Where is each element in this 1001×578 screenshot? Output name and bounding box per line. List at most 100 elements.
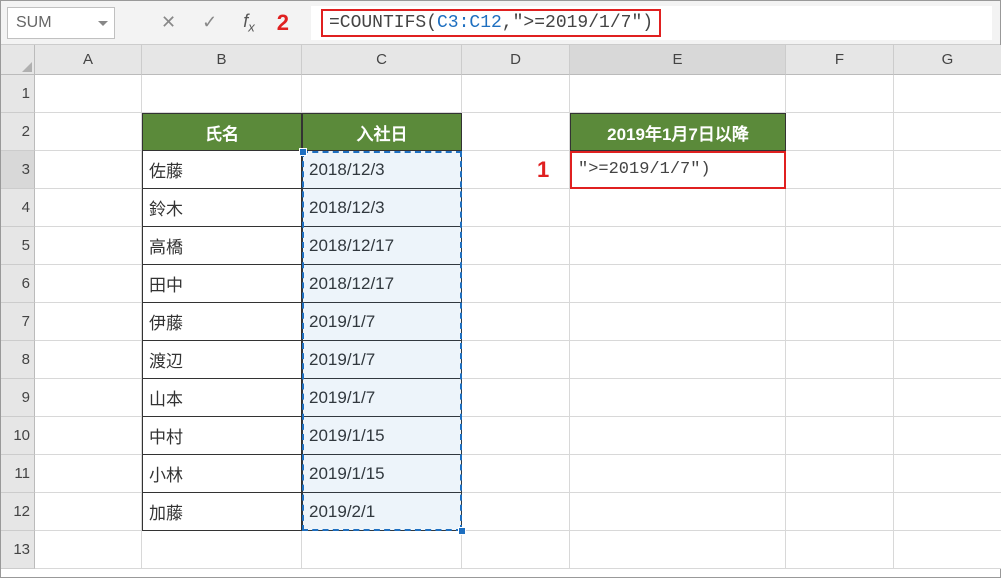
cell-name[interactable]: 高橋 (142, 227, 302, 265)
cell-name[interactable]: 渡辺 (142, 341, 302, 379)
table-header-name[interactable]: 氏名 (142, 113, 302, 151)
cell[interactable] (462, 265, 570, 303)
cell[interactable] (894, 151, 1001, 189)
cell[interactable] (35, 113, 142, 151)
cell[interactable] (894, 493, 1001, 531)
cell[interactable] (786, 341, 894, 379)
cell[interactable] (570, 493, 786, 531)
cell-date[interactable]: 2018/12/17 (302, 227, 462, 265)
row-header[interactable]: 4 (1, 189, 35, 227)
grid-body[interactable]: 氏名 入社日 2019年1月7日以降 佐藤 2018/12/3 (35, 75, 1001, 569)
cell[interactable] (894, 113, 1001, 151)
cell[interactable] (894, 303, 1001, 341)
cell-name[interactable]: 中村 (142, 417, 302, 455)
cell[interactable] (35, 227, 142, 265)
cell[interactable] (462, 531, 570, 569)
cell[interactable] (35, 493, 142, 531)
cell-name[interactable]: 佐藤 (142, 151, 302, 189)
cell-date[interactable]: 2019/1/7 (302, 341, 462, 379)
cell[interactable] (786, 75, 894, 113)
cell[interactable] (302, 75, 462, 113)
cell[interactable] (570, 341, 786, 379)
cell[interactable] (894, 189, 1001, 227)
cell[interactable] (786, 455, 894, 493)
cell[interactable] (35, 75, 142, 113)
cell[interactable] (570, 455, 786, 493)
active-cell-value[interactable]: ">=2019/1/7") (578, 160, 711, 179)
row-header[interactable]: 7 (1, 303, 35, 341)
cell[interactable] (462, 227, 570, 265)
cell[interactable] (570, 75, 786, 113)
cell[interactable] (894, 531, 1001, 569)
cell[interactable] (462, 341, 570, 379)
row-header[interactable]: 8 (1, 341, 35, 379)
col-header[interactable]: D (462, 45, 570, 75)
col-header[interactable]: F (786, 45, 894, 75)
cell[interactable] (786, 265, 894, 303)
cell-date[interactable]: 2018/12/3 (302, 189, 462, 227)
cell-date[interactable]: 2019/2/1 (302, 493, 462, 531)
cell-date[interactable]: 2019/1/15 (302, 455, 462, 493)
cell[interactable] (570, 265, 786, 303)
cell[interactable] (35, 379, 142, 417)
cell[interactable] (142, 531, 302, 569)
cell[interactable] (894, 379, 1001, 417)
cell-name[interactable]: 加藤 (142, 493, 302, 531)
cell[interactable] (462, 151, 570, 189)
cell[interactable] (894, 455, 1001, 493)
cell[interactable] (462, 303, 570, 341)
cell[interactable] (35, 417, 142, 455)
cell[interactable] (570, 227, 786, 265)
table-header-date[interactable]: 入社日 (302, 113, 462, 151)
cell[interactable] (570, 189, 786, 227)
cell-date[interactable]: 2019/1/15 (302, 417, 462, 455)
cell[interactable] (35, 341, 142, 379)
cell[interactable] (142, 75, 302, 113)
cell[interactable] (35, 303, 142, 341)
col-header[interactable]: G (894, 45, 1001, 75)
range-handle[interactable] (299, 148, 307, 156)
cell[interactable] (462, 379, 570, 417)
cell[interactable] (35, 151, 142, 189)
cell[interactable] (570, 303, 786, 341)
cell[interactable] (35, 189, 142, 227)
name-box[interactable]: SUM (7, 7, 115, 39)
cell-date[interactable]: 2019/1/7 (302, 379, 462, 417)
cell[interactable] (570, 531, 786, 569)
row-header[interactable]: 10 (1, 417, 35, 455)
cell[interactable] (35, 455, 142, 493)
cell-date[interactable]: 2019/1/7 (302, 303, 462, 341)
col-header[interactable]: B (142, 45, 302, 75)
cell[interactable] (786, 151, 894, 189)
cell[interactable] (894, 75, 1001, 113)
cell[interactable] (570, 417, 786, 455)
cell-name[interactable]: 小林 (142, 455, 302, 493)
cell-name[interactable]: 田中 (142, 265, 302, 303)
table-header-filter[interactable]: 2019年1月7日以降 (570, 113, 786, 151)
cell-name[interactable]: 伊藤 (142, 303, 302, 341)
cell-date[interactable]: 2018/12/17 (302, 265, 462, 303)
range-handle[interactable] (458, 527, 466, 535)
cell[interactable] (302, 531, 462, 569)
col-header[interactable]: E (570, 45, 786, 75)
cell[interactable] (786, 227, 894, 265)
cell-name[interactable]: 鈴木 (142, 189, 302, 227)
row-header[interactable]: 12 (1, 493, 35, 531)
cell[interactable] (786, 493, 894, 531)
cell[interactable] (786, 379, 894, 417)
cell[interactable] (570, 379, 786, 417)
cell[interactable] (894, 417, 1001, 455)
cell[interactable] (462, 417, 570, 455)
fx-icon[interactable]: fx (243, 11, 255, 35)
row-header[interactable]: 11 (1, 455, 35, 493)
cell[interactable] (786, 113, 894, 151)
cell[interactable] (462, 189, 570, 227)
row-header[interactable]: 2 (1, 113, 35, 151)
enter-icon[interactable]: ✓ (202, 12, 217, 33)
cell[interactable] (894, 227, 1001, 265)
cell[interactable] (462, 113, 570, 151)
col-header[interactable]: C (302, 45, 462, 75)
cell[interactable] (462, 455, 570, 493)
col-header[interactable]: A (35, 45, 142, 75)
select-all-corner[interactable] (1, 45, 35, 75)
